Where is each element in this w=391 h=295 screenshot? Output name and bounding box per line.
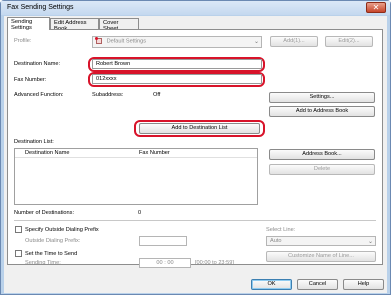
destination-list[interactable]: Destination Name Fax Number: [14, 148, 258, 205]
fax-number-label: Fax Number:: [14, 77, 47, 83]
title-bar[interactable]: Fax Sending Settings ✕: [1, 1, 390, 15]
send-time-label[interactable]: Set the Time to Send: [25, 251, 77, 257]
number-of-destinations-label: Number of Destinations:: [14, 210, 75, 216]
profile-add-button[interactable]: Add(1)...: [270, 36, 318, 47]
dialing-prefix-label[interactable]: Specify Outside Dialing Prefix: [25, 227, 99, 233]
delete-button[interactable]: Delete: [269, 164, 375, 175]
number-of-destinations-value: 0: [138, 210, 142, 216]
destination-list-header: Destination Name Fax Number: [15, 149, 257, 158]
destination-name-label: Destination Name:: [14, 61, 61, 67]
help-button[interactable]: Help: [343, 279, 384, 290]
profile-value: Default Settings: [106, 38, 147, 45]
sending-time-minute: 00: [167, 260, 174, 266]
settings-button[interactable]: Settings...: [269, 92, 375, 103]
window-title: Fax Sending Settings: [7, 4, 74, 11]
destination-list-label: Destination List:: [14, 139, 54, 145]
advanced-function-label: Advanced Function:: [14, 92, 64, 98]
add-to-address-book-button[interactable]: Add to Address Book: [269, 106, 375, 117]
profile-label: Profile:: [14, 38, 32, 44]
subaddress-value: Off: [153, 92, 161, 98]
close-icon: ✕: [372, 3, 380, 12]
fax-number-input[interactable]: 012xxxx: [92, 74, 262, 84]
subaddress-label: Subaddress:: [92, 92, 124, 98]
sending-time-separator: :: [164, 260, 166, 266]
select-line-value: Auto: [270, 238, 282, 244]
send-time-checkbox[interactable]: [15, 250, 22, 257]
sending-time-range: [00:00 to 23:59]: [195, 260, 234, 266]
tab-label: Sending Settings: [11, 19, 33, 31]
customize-name-of-line-button[interactable]: Customize Name of Line...: [266, 251, 376, 262]
ok-button[interactable]: OK: [251, 279, 292, 290]
add-to-destination-list-button[interactable]: Add to Destination List: [139, 123, 260, 134]
tab-sending-settings[interactable]: Sending Settings: [7, 17, 50, 31]
sending-time-hour: 00: [156, 260, 163, 266]
profile-edit-button[interactable]: Edit(2)...: [325, 36, 373, 47]
destination-name-input[interactable]: Robert Brown: [92, 59, 262, 69]
cancel-button[interactable]: Cancel: [297, 279, 338, 290]
dialog-window: Fax Sending Settings ✕ Sending Settings …: [0, 0, 391, 295]
dialing-prefix-checkbox[interactable]: [15, 226, 22, 233]
chevron-down-icon: ⌄: [253, 39, 259, 45]
column-fax-number[interactable]: Fax Number: [139, 150, 170, 156]
address-book-button[interactable]: Address Book...: [269, 149, 375, 160]
tab-cover-sheet[interactable]: Cover Sheet: [99, 18, 139, 32]
outside-dialing-prefix-input[interactable]: [139, 236, 187, 246]
sending-time-label: Sending Time:: [25, 260, 61, 266]
close-button[interactable]: ✕: [366, 2, 386, 13]
column-destination-name[interactable]: Destination Name: [25, 150, 69, 156]
outside-dialing-prefix-label: Outside Dialing Prefix:: [25, 238, 81, 244]
select-line-combo[interactable]: Auto ⌄: [266, 236, 376, 246]
profile-icon: [95, 37, 102, 44]
select-line-label: Select Line:: [266, 227, 296, 233]
sending-time-input[interactable]: 00 : 00: [139, 258, 191, 268]
chevron-down-icon: ⌄: [367, 239, 373, 245]
sending-settings-panel: Profile: Default Settings ⌄ Add(1)... Ed…: [7, 29, 383, 268]
dialog-client: Sending Settings Edit Address Book Cover…: [4, 16, 387, 293]
profile-combo[interactable]: Default Settings ⌄: [92, 36, 262, 48]
divider: [14, 220, 376, 221]
tab-edit-address-book[interactable]: Edit Address Book: [50, 18, 99, 32]
